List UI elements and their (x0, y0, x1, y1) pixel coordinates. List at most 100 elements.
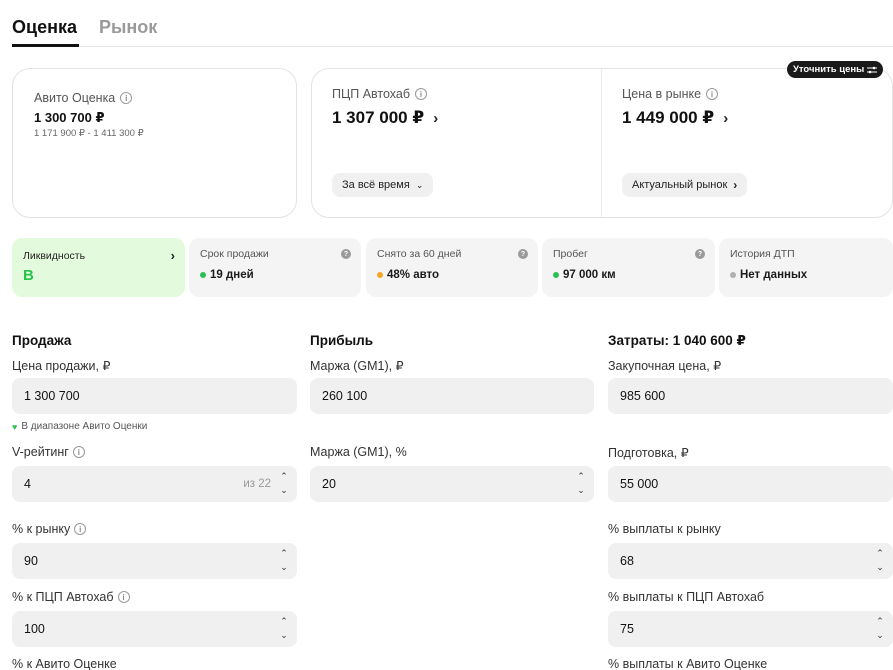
info-icon[interactable]: i (415, 88, 428, 100)
pay-market-label: % выплаты к рынку (608, 522, 721, 536)
pct-market-label-row: % к рынку i (12, 522, 87, 536)
tab-valuation[interactable]: Оценка (12, 17, 77, 38)
purchase-price-value: 985 600 (620, 389, 666, 403)
market-price-value-link[interactable]: 1 449 000 ₽ › (622, 108, 728, 128)
vrating-stepper[interactable]: 4 из 22 ⌃ ⌄ (12, 466, 297, 502)
metric-removed-60-days: Снято за 60 дней? 48% авто (366, 238, 538, 297)
status-dot (200, 272, 206, 278)
tab-bar: Оценка Рынок (12, 0, 893, 47)
avito-valuation-label: Авито Оценка (34, 91, 116, 105)
info-icon[interactable]: i (117, 591, 130, 603)
pay-market-stepper[interactable]: 68 ⌃ ⌄ (608, 543, 893, 579)
pct-pcp-label: % к ПЦП Автохаб (12, 590, 114, 604)
pcp-period-label: За всё время (342, 179, 410, 191)
sale-price-label: Цена продажи, ₽ (12, 359, 111, 373)
metric-mileage: Пробег? 97 000 км (542, 238, 715, 297)
status-dot (377, 272, 383, 278)
info-icon[interactable]: i (706, 88, 719, 100)
chevron-up-icon[interactable]: ⌃ (577, 470, 585, 482)
sale-price-hint-text: В диапазоне Авито Оценки (21, 421, 148, 432)
metric-label: Пробег (553, 248, 588, 260)
chevron-down-icon[interactable]: ⌄ (280, 629, 288, 641)
chevron-up-icon[interactable]: ⌃ (280, 547, 288, 559)
section-title-costs: Затраты: 1 040 600 ₽ (608, 333, 746, 348)
vrating-label-row: V-рейтинг i (12, 445, 85, 459)
margin-pct-value: 20 (322, 477, 336, 491)
metric-sale-time: Срок продажи? 19 дней (189, 238, 361, 297)
metric-label: Ликвидность (23, 249, 86, 262)
pct-market-stepper[interactable]: 90 ⌃ ⌄ (12, 543, 297, 579)
chevron-down-icon[interactable]: ⌄ (876, 629, 884, 641)
info-icon[interactable]: i (72, 446, 85, 458)
market-price-label: Цена в рынке (622, 87, 702, 101)
preparation-label: Подготовка, ₽ (608, 446, 689, 460)
question-icon[interactable]: ? (518, 249, 528, 259)
pcp-value-link[interactable]: 1 307 000 ₽ › (332, 108, 438, 128)
card-divider (601, 69, 602, 217)
metric-value: Нет данных (740, 269, 808, 281)
actual-market-button[interactable]: Актуальный рынок › (622, 173, 748, 197)
pcp-period-dropdown[interactable]: За всё время ⌄ (332, 173, 434, 197)
chevron-down-icon[interactable]: ⌄ (280, 561, 288, 573)
sliders-icon (867, 66, 878, 73)
pay-pcp-stepper[interactable]: 75 ⌃ ⌄ (608, 611, 893, 647)
active-tab-underline (12, 44, 79, 47)
pcp-label-row: ПЦП Автохаб i (332, 87, 428, 101)
pay-pcp-value: 75 (620, 622, 634, 636)
section-title-profit: Прибыль (310, 333, 373, 348)
metric-value: 97 000 км (563, 269, 616, 281)
pay-avito-label: % выплаты к Авито Оценке (608, 657, 768, 670)
chevron-right-icon: › (170, 248, 175, 263)
liquidity-grade: B (23, 267, 34, 284)
metric-value: 19 дней (210, 269, 254, 281)
metric-accident-history: История ДТП Нет данных (719, 238, 893, 297)
sale-price-input[interactable]: 1 300 700 (12, 378, 297, 414)
chevron-down-icon[interactable]: ⌄ (280, 484, 288, 496)
purchase-price-label: Закупочная цена, ₽ (608, 359, 722, 373)
info-icon[interactable]: i (74, 523, 87, 535)
preparation-value: 55 000 (620, 477, 659, 491)
chevron-down-icon[interactable]: ⌄ (876, 561, 884, 573)
price-cards-group: ПЦП Автохаб i 1 307 000 ₽ › За всё время… (311, 68, 893, 218)
pay-market-value: 68 (620, 554, 634, 568)
question-icon[interactable]: ? (695, 249, 705, 259)
stepper-arrows: ⌃ ⌄ (279, 470, 289, 496)
metric-label: Срок продажи (200, 248, 269, 260)
status-dot (553, 272, 559, 278)
margin-rub-label: Маржа (GM1), ₽ (310, 359, 404, 373)
market-price-value: 1 449 000 ₽ (622, 108, 715, 127)
question-icon[interactable]: ? (341, 249, 351, 259)
market-price-label-row: Цена в рынке i (622, 87, 719, 101)
pct-avito-label: % к Авито Оценке (12, 657, 117, 670)
margin-rub-input[interactable]: 260 100 (310, 378, 594, 414)
metric-liquidity[interactable]: Ликвидность › B (12, 238, 185, 297)
refine-prices-button[interactable]: Уточнить цены (787, 61, 884, 78)
chevron-up-icon[interactable]: ⌃ (280, 615, 288, 627)
section-title-sale: Продажа (12, 333, 72, 348)
chevron-up-icon[interactable]: ⌃ (280, 470, 288, 482)
metric-value: 48% авто (387, 269, 440, 281)
pay-pcp-label: % выплаты к ПЦП Автохаб (608, 590, 765, 604)
chevron-down-icon: ⌄ (415, 179, 424, 190)
status-dot (730, 272, 736, 278)
avito-valuation-card: Авито Оценка i 1 300 700 ₽ 1 171 900 ₽ -… (12, 68, 297, 218)
sale-price-hint: ♥ В диапазоне Авито Оценки (12, 421, 147, 432)
margin-pct-stepper[interactable]: 20 ⌃ ⌄ (310, 466, 594, 502)
pct-market-value: 90 (24, 554, 38, 568)
tab-market[interactable]: Рынок (99, 17, 157, 38)
heart-icon: ♥ (12, 421, 18, 432)
stepper-arrows: ⌃ ⌄ (279, 547, 289, 573)
avito-valuation-range: 1 171 900 ₽ - 1 411 300 ₽ (34, 128, 144, 139)
margin-pct-label: Маржа (GM1), % (310, 445, 407, 459)
pcp-label: ПЦП Автохаб (332, 87, 411, 101)
chevron-right-icon: › (723, 109, 729, 127)
preparation-input[interactable]: 55 000 (608, 466, 893, 502)
chevron-right-icon: › (733, 178, 738, 192)
metric-label: Снято за 60 дней (377, 248, 462, 260)
pct-pcp-stepper[interactable]: 100 ⌃ ⌄ (12, 611, 297, 647)
chevron-down-icon[interactable]: ⌄ (577, 484, 585, 496)
purchase-price-input[interactable]: 985 600 (608, 378, 893, 414)
info-icon[interactable]: i (120, 92, 133, 104)
chevron-up-icon[interactable]: ⌃ (876, 615, 884, 627)
chevron-up-icon[interactable]: ⌃ (876, 547, 884, 559)
